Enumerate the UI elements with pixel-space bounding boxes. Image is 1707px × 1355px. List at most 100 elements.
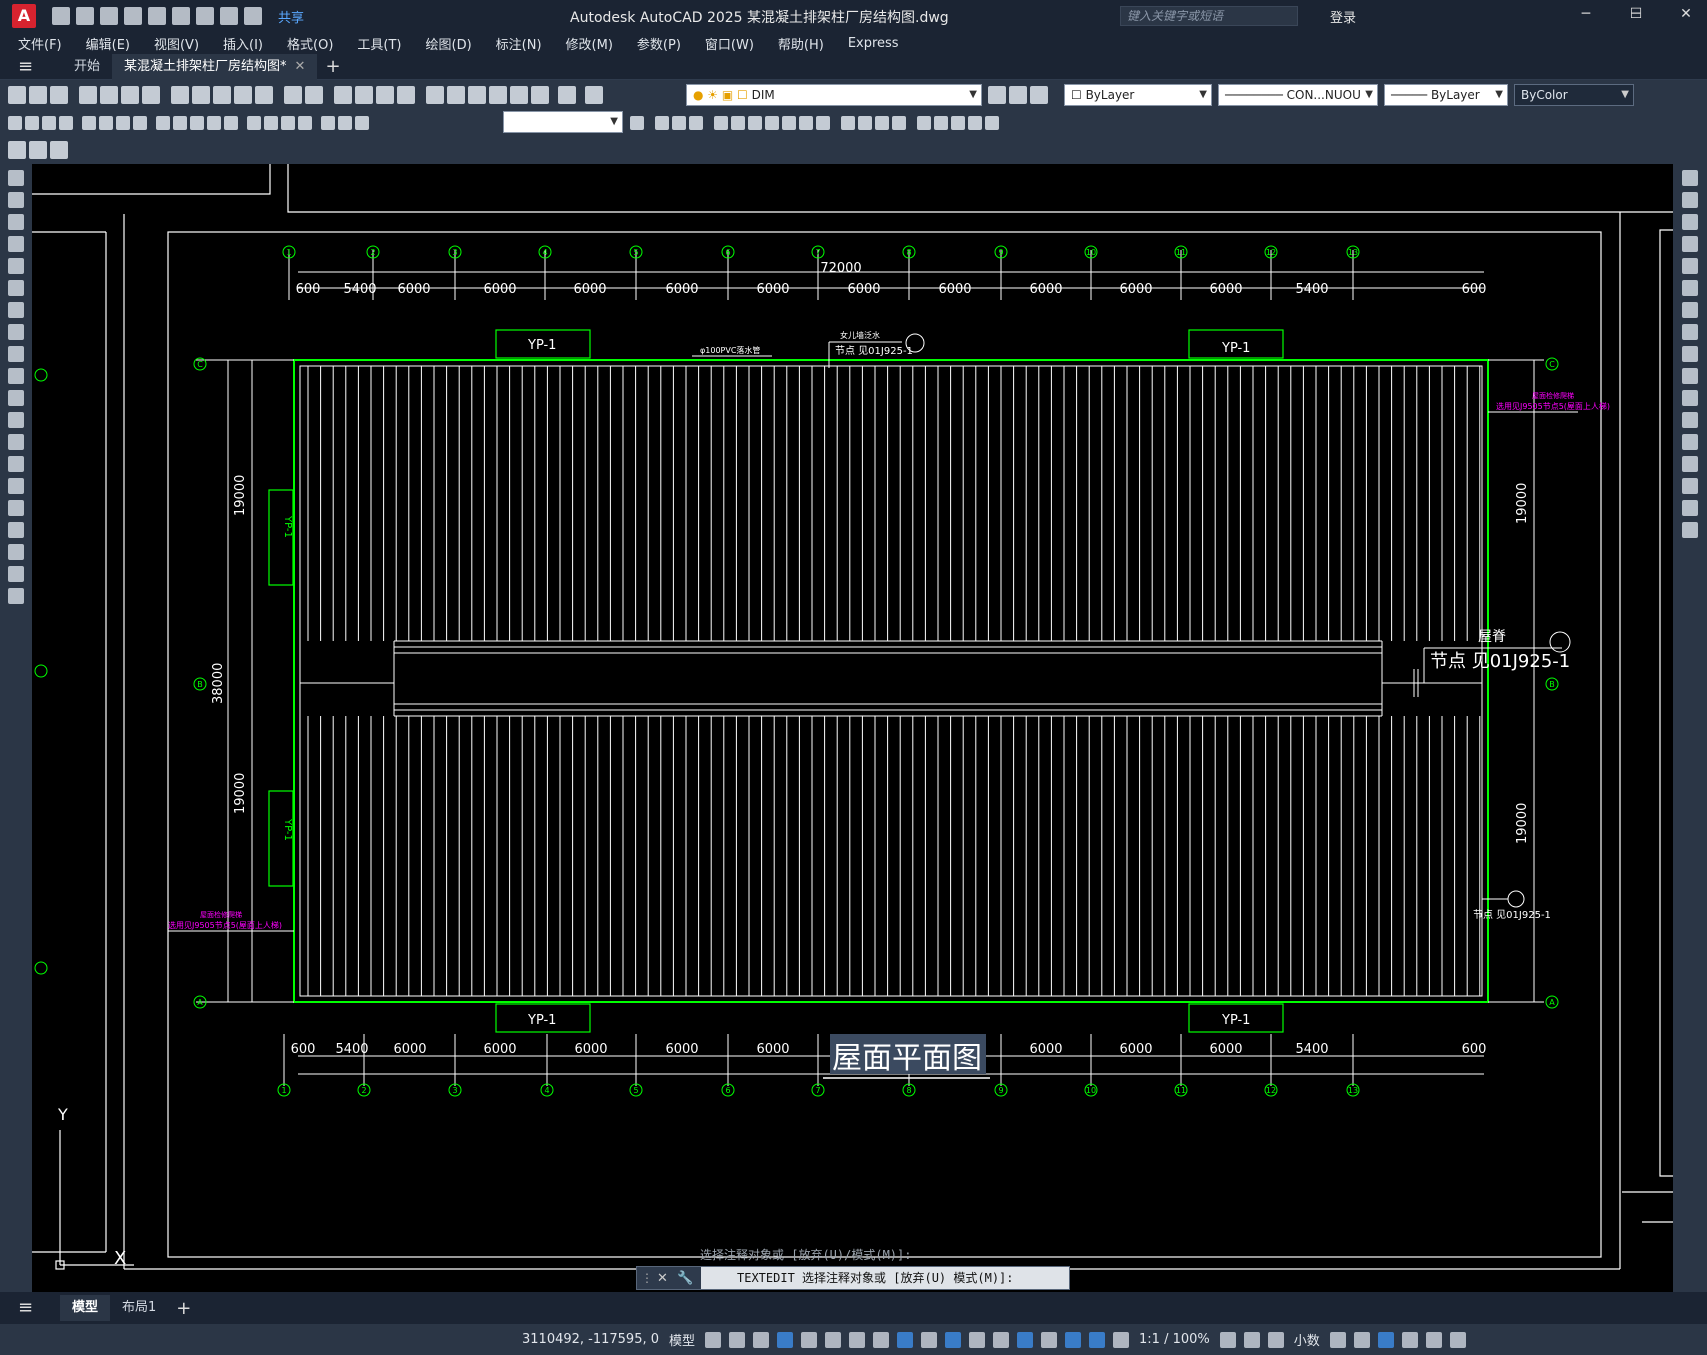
layer-previous-icon[interactable]: [1009, 86, 1027, 104]
save-as-icon[interactable]: [124, 7, 142, 25]
fillet-side-icon[interactable]: [1682, 478, 1698, 494]
new-tab-icon[interactable]: +: [325, 56, 340, 77]
menu-hamburger-icon[interactable]: ≡: [18, 57, 38, 76]
blend-side-icon[interactable]: [1682, 500, 1698, 516]
menu-dimension[interactable]: 标注(N): [496, 34, 542, 53]
auto-scale-icon[interactable]: [1113, 1331, 1130, 1348]
3dprint-icon[interactable]: [142, 86, 160, 104]
quick-properties-icon[interactable]: [1329, 1331, 1346, 1348]
sheet-set-icon[interactable]: [489, 86, 507, 104]
layer-dropdown[interactable]: ● ☀ ▣ ☐ DIM ▼: [686, 84, 982, 106]
trim-side-icon[interactable]: [1682, 368, 1698, 384]
insert-icon[interactable]: [8, 412, 24, 428]
tab-model[interactable]: 模型: [60, 1295, 111, 1321]
selection-filter-icon[interactable]: [1041, 1331, 1058, 1348]
object-tracking-icon[interactable]: [873, 1331, 890, 1348]
rectangle-icon[interactable]: [8, 258, 24, 274]
isodraft-icon[interactable]: [849, 1331, 866, 1348]
new-icon[interactable]: [52, 7, 70, 25]
polar-icon[interactable]: [825, 1331, 842, 1348]
pan-icon[interactable]: [334, 86, 352, 104]
snap-icon[interactable]: [729, 1331, 746, 1348]
chamfer-icon[interactable]: [892, 116, 906, 130]
lock-ui-icon[interactable]: [1353, 1331, 1370, 1348]
cut-icon[interactable]: [171, 86, 189, 104]
dim-style-icon[interactable]: [630, 116, 644, 130]
properties-icon[interactable]: [426, 86, 444, 104]
dim-style-dropdown[interactable]: ▼: [503, 111, 623, 133]
redo-icon[interactable]: [305, 86, 323, 104]
dim-angular-icon[interactable]: [133, 116, 147, 130]
dim-diameter-icon[interactable]: [116, 116, 130, 130]
array-side-icon[interactable]: [1682, 258, 1698, 274]
paste-icon[interactable]: [213, 86, 231, 104]
offset-icon[interactable]: [714, 116, 728, 130]
ortho-icon[interactable]: [801, 1331, 818, 1348]
spline-icon[interactable]: [8, 346, 24, 362]
tab-start[interactable]: 开始: [62, 54, 112, 80]
minimize-icon-2[interactable]: ─: [1576, 6, 1596, 26]
dim-linear-icon[interactable]: [8, 116, 22, 130]
copy-object-icon[interactable]: [672, 116, 686, 130]
point-icon[interactable]: [8, 456, 24, 472]
menu-tools[interactable]: 工具(T): [357, 34, 401, 53]
annotation-monitor-icon[interactable]: [1243, 1331, 1260, 1348]
coordinates-readout[interactable]: 3110492, -117595, 0: [522, 1332, 659, 1347]
drawing-title[interactable]: 屋面平面图: [832, 1041, 982, 1076]
block-icon[interactable]: [8, 141, 26, 159]
lineweight-icon[interactable]: [921, 1331, 938, 1348]
arc-icon[interactable]: [8, 280, 24, 296]
menu-format[interactable]: 格式(O): [287, 34, 333, 53]
units-selector[interactable]: 小数: [1294, 1330, 1320, 1349]
stretch-side-icon[interactable]: [1682, 346, 1698, 362]
tab-layout1[interactable]: 布局1: [110, 1295, 168, 1321]
command-input[interactable]: TEXTEDIT 选择注释对象或 [放弃(U) 模式(M)]:: [701, 1267, 1069, 1289]
layer-state-icon[interactable]: [1030, 86, 1048, 104]
extend-side-icon[interactable]: [1682, 390, 1698, 406]
share-button[interactable]: 共享: [278, 7, 304, 26]
dim-update-icon[interactable]: [355, 116, 369, 130]
3d-osnap-icon[interactable]: [993, 1331, 1010, 1348]
zoom-realtime-icon[interactable]: [355, 86, 373, 104]
preview-icon[interactable]: [100, 86, 118, 104]
dim-radius-icon[interactable]: [82, 116, 96, 130]
circle-icon[interactable]: [8, 302, 24, 318]
zoom-window-icon[interactable]: [376, 86, 394, 104]
markup-icon[interactable]: [510, 86, 528, 104]
open-icon[interactable]: [29, 86, 47, 104]
jogged-linear-icon[interactable]: [298, 116, 312, 130]
inspection-icon[interactable]: [281, 116, 295, 130]
menu-insert[interactable]: 插入(I): [223, 34, 263, 53]
design-center-icon[interactable]: [447, 86, 465, 104]
extend-icon[interactable]: [841, 116, 855, 130]
polyline-icon[interactable]: [8, 214, 24, 230]
line-icon[interactable]: [8, 170, 24, 186]
layout-menu-icon[interactable]: ≡: [18, 1299, 38, 1317]
menu-file[interactable]: 文件(F): [18, 34, 62, 53]
qnew-icon[interactable]: [8, 86, 26, 104]
customization-icon[interactable]: [1449, 1331, 1466, 1348]
model-space-toggle[interactable]: 模型: [669, 1330, 695, 1349]
dim-edit-icon[interactable]: [321, 116, 335, 130]
array-icon[interactable]: [731, 116, 745, 130]
region-icon[interactable]: [8, 522, 24, 538]
dim-text-edit-icon[interactable]: [338, 116, 352, 130]
export-icon[interactable]: [172, 7, 190, 25]
osnap-icon[interactable]: [897, 1331, 914, 1348]
linetype-dropdown[interactable]: ──────── CON...NUOU ▼: [1218, 84, 1378, 106]
gradient-icon[interactable]: [8, 500, 24, 516]
rotate-side-icon[interactable]: [1682, 302, 1698, 318]
trim-icon[interactable]: [816, 116, 830, 130]
infer-icon[interactable]: [753, 1331, 770, 1348]
units-icon[interactable]: [1267, 1331, 1284, 1348]
drawing-canvas[interactable]: 1 1 2 2 3 3 4 4 5 5 6 6 7 7 8 8 9 9 10 10 11 11 12 12 13 13 C C B B A A…: [32, 164, 1673, 1292]
gizmo-icon[interactable]: [1065, 1331, 1082, 1348]
command-line[interactable]: ⋮ ✕ 🔧 TEXTEDIT 选择注释对象或 [放弃(U) 模式(M)]:: [636, 1266, 1070, 1290]
menu-help[interactable]: 帮助(H): [778, 34, 824, 53]
fillet-icon[interactable]: [917, 116, 931, 130]
redo-icon[interactable]: [244, 7, 262, 25]
plot-icon[interactable]: [79, 86, 97, 104]
dim-baseline-icon[interactable]: [173, 116, 187, 130]
menu-express[interactable]: Express: [848, 36, 899, 51]
hardware-acceleration-icon[interactable]: [1401, 1331, 1418, 1348]
